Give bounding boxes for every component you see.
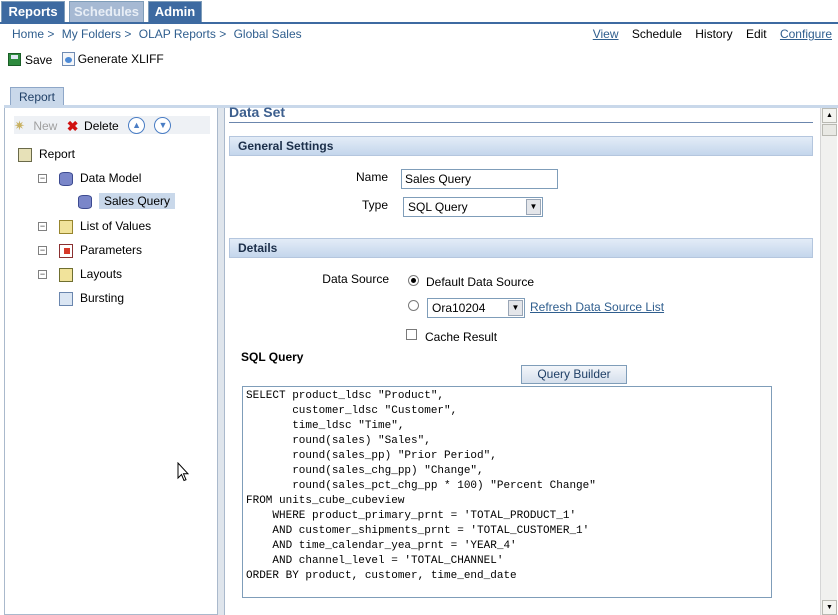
chevron-down-icon: ▼ xyxy=(526,199,541,215)
generate-xliff-label: Generate XLIFF xyxy=(77,52,164,66)
tree-item-data-model[interactable]: Data Model xyxy=(59,170,141,186)
tree-item-list-of-values[interactable]: List of Values xyxy=(59,218,151,234)
data-source-select-value: Ora10204 xyxy=(432,301,486,315)
collapse-icon[interactable]: − xyxy=(38,270,47,279)
tab-reports[interactable]: Reports xyxy=(1,1,65,22)
sql-query-textarea[interactable]: SELECT product_ldsc "Product", customer_… xyxy=(242,386,772,598)
tab-schedules[interactable]: Schedules xyxy=(69,1,144,22)
data-source-select[interactable]: Ora10204 ▼ xyxy=(427,298,525,318)
tree-label: Bursting xyxy=(80,291,125,305)
delete-button[interactable]: Delete xyxy=(84,117,119,135)
move-up-icon[interactable]: ▲ xyxy=(128,117,146,135)
move-down-icon[interactable]: ▼ xyxy=(154,117,172,135)
layouts-icon xyxy=(59,267,73,282)
scroll-down-icon[interactable]: ▼ xyxy=(822,600,837,615)
mouse-cursor-icon xyxy=(177,462,189,482)
custom-data-source-radio[interactable] xyxy=(408,300,419,311)
chevron-down-icon: ▼ xyxy=(508,300,523,316)
history-link[interactable]: History xyxy=(695,27,732,41)
tab-report[interactable]: Report xyxy=(10,87,64,107)
database-icon xyxy=(78,194,92,209)
xliff-icon xyxy=(61,52,75,66)
collapse-icon[interactable]: − xyxy=(38,174,47,183)
new-button[interactable]: New xyxy=(33,117,57,135)
breadcrumb-olap-reports[interactable]: OLAP Reports > xyxy=(139,27,227,41)
tree-toolbar: ✷ New ✖ Delete ▲ ▼ xyxy=(14,116,210,135)
view-link[interactable]: View xyxy=(593,27,619,41)
report-nav-links: View Schedule History Edit Configure xyxy=(583,27,832,41)
tree-label: Sales Query xyxy=(99,193,176,209)
save-button[interactable]: Save xyxy=(8,53,52,67)
database-icon xyxy=(59,171,73,186)
tab-admin[interactable]: Admin xyxy=(148,1,202,22)
tab-bar-line xyxy=(0,22,838,24)
scroll-up-icon[interactable]: ▲ xyxy=(822,108,837,123)
general-settings-header: General Settings xyxy=(229,136,813,156)
vertical-scrollbar[interactable]: ▲ ▼ xyxy=(820,108,837,615)
tree-label: Report xyxy=(39,147,76,161)
editor-toolbar: Save Generate XLIFF xyxy=(8,52,170,68)
data-source-label: Data Source xyxy=(322,272,389,286)
tree-item-layouts[interactable]: Layouts xyxy=(59,266,122,282)
breadcrumb: Home > My Folders > OLAP Reports > Globa… xyxy=(12,27,306,41)
save-icon xyxy=(8,53,21,66)
collapse-icon[interactable]: − xyxy=(38,222,47,231)
type-select-value: SQL Query xyxy=(408,200,468,214)
scrollbar-thumb[interactable] xyxy=(822,124,837,136)
parameters-icon xyxy=(59,243,73,258)
title-underline xyxy=(229,122,813,123)
panel-splitter[interactable] xyxy=(218,108,225,615)
default-data-source-label: Default Data Source xyxy=(426,275,535,289)
tree-label: List of Values xyxy=(80,219,152,233)
data-set-title: Data Set xyxy=(229,104,286,120)
cache-result-label: Cache Result xyxy=(425,330,498,344)
generate-xliff-button[interactable]: Generate XLIFF xyxy=(61,52,164,66)
delete-icon: ✖ xyxy=(66,117,79,134)
type-label: Type xyxy=(361,198,388,212)
top-tab-bar: Reports Schedules Admin xyxy=(0,0,838,24)
tree-item-parameters[interactable]: Parameters xyxy=(59,242,142,258)
query-builder-button[interactable]: Query Builder xyxy=(521,365,627,384)
list-icon xyxy=(59,219,73,234)
configure-link[interactable]: Configure xyxy=(780,27,832,41)
bursting-icon xyxy=(59,291,73,306)
details-header: Details xyxy=(229,238,813,258)
tree-label: Data Model xyxy=(80,171,142,185)
new-icon: ✷ xyxy=(14,117,25,133)
calculator-icon xyxy=(18,147,32,162)
tree-item-sales-query[interactable]: Sales Query xyxy=(78,193,176,209)
edit-link[interactable]: Edit xyxy=(746,27,767,41)
default-data-source-radio[interactable] xyxy=(408,275,419,286)
schedule-link[interactable]: Schedule xyxy=(632,27,682,41)
breadcrumb-home[interactable]: Home > xyxy=(12,27,54,41)
cache-result-checkbox[interactable] xyxy=(406,329,417,340)
tree-item-bursting[interactable]: Bursting xyxy=(59,290,124,306)
name-label: Name xyxy=(355,170,388,184)
name-input[interactable]: Sales Query xyxy=(401,169,558,189)
tree-item-report[interactable]: Report xyxy=(18,146,75,162)
tree-label: Parameters xyxy=(80,243,143,257)
sql-query-label: SQL Query xyxy=(241,350,304,364)
breadcrumb-my-folders[interactable]: My Folders > xyxy=(62,27,132,41)
collapse-icon[interactable]: − xyxy=(38,246,47,255)
save-label: Save xyxy=(25,52,53,67)
breadcrumb-global-sales[interactable]: Global Sales xyxy=(234,27,302,41)
type-select[interactable]: SQL Query ▼ xyxy=(403,197,543,217)
tree-label: Layouts xyxy=(80,267,123,281)
refresh-data-source-link[interactable]: Refresh Data Source List xyxy=(530,300,664,314)
